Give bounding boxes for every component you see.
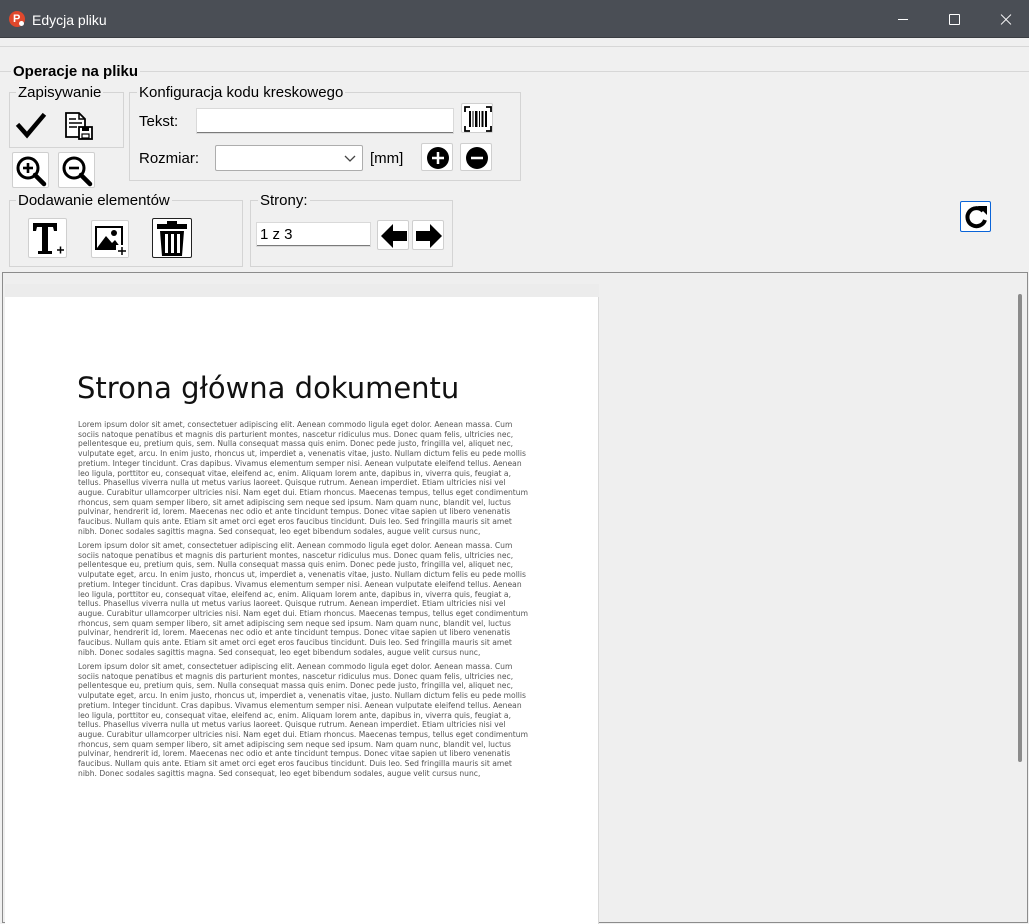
saving-title: Zapisywanie bbox=[16, 84, 104, 102]
operations-title: Operacje na pliku bbox=[11, 63, 141, 81]
save-button[interactable] bbox=[15, 110, 47, 142]
document-paragraph-3[interactable]: Lorem ipsum dolor sit amet, consectetuer… bbox=[78, 662, 530, 778]
next-page-button[interactable] bbox=[412, 220, 444, 250]
plus-circle-icon bbox=[427, 147, 449, 169]
document-page[interactable]: Strona główna dokumentu Lorem ipsum dolo… bbox=[5, 297, 599, 924]
add-image-button[interactable] bbox=[91, 220, 129, 258]
document-paragraph-1[interactable]: Lorem ipsum dolor sit amet, consectetuer… bbox=[78, 420, 530, 536]
add-text-icon bbox=[33, 223, 64, 254]
zoom-in-icon bbox=[16, 156, 47, 187]
page-number-field[interactable] bbox=[256, 222, 371, 247]
unit-label: [mm] bbox=[370, 150, 404, 167]
page-top-margin bbox=[5, 284, 599, 298]
add-elements-title: Dodawanie elementów bbox=[16, 192, 172, 210]
add-text-button[interactable] bbox=[28, 218, 67, 258]
save-as-button[interactable] bbox=[62, 110, 94, 142]
barcode-text-input[interactable] bbox=[196, 108, 454, 134]
arrow-right-icon bbox=[416, 224, 442, 248]
maximize-button[interactable] bbox=[930, 0, 976, 38]
previous-page-button[interactable] bbox=[377, 220, 409, 250]
refresh-icon bbox=[965, 206, 987, 229]
checkmark-icon bbox=[15, 112, 47, 139]
minus-circle-icon bbox=[466, 147, 488, 169]
chevron-down-icon bbox=[344, 155, 356, 162]
barcode-title: Konfiguracja kodu kreskowego bbox=[137, 84, 346, 102]
document-paragraph-2[interactable]: Lorem ipsum dolor sit amet, consectetuer… bbox=[78, 541, 530, 657]
add-image-icon bbox=[95, 226, 128, 257]
trash-icon bbox=[157, 221, 187, 256]
size-select[interactable] bbox=[215, 145, 363, 171]
decrease-size-button[interactable] bbox=[460, 143, 492, 171]
vertical-scrollbar[interactable] bbox=[1015, 274, 1027, 921]
save-document-icon bbox=[65, 112, 93, 140]
document-canvas[interactable]: Strona główna dokumentu Lorem ipsum dolo… bbox=[2, 272, 1028, 924]
minimize-button[interactable] bbox=[880, 0, 926, 38]
generate-barcode-button[interactable] bbox=[461, 103, 493, 133]
refresh-button[interactable] bbox=[960, 201, 991, 232]
app-logo-icon: P bbox=[9, 11, 25, 27]
zoom-in-button[interactable] bbox=[12, 152, 49, 188]
document-heading[interactable]: Strona główna dokumentu bbox=[77, 370, 459, 406]
close-window-button[interactable] bbox=[983, 0, 1029, 38]
increase-size-button[interactable] bbox=[421, 143, 453, 171]
zoom-out-icon bbox=[62, 156, 93, 187]
text-label: Tekst: bbox=[139, 113, 179, 130]
arrow-left-icon bbox=[381, 224, 407, 248]
barcode-icon bbox=[464, 106, 492, 132]
delete-element-button[interactable] bbox=[152, 218, 192, 258]
window-title: Edycja pliku bbox=[32, 12, 107, 28]
title-bar: P Edycja pliku bbox=[0, 0, 1029, 38]
size-label: Rozmiar: bbox=[139, 150, 200, 167]
zoom-out-button[interactable] bbox=[58, 152, 95, 188]
pages-title: Strony: bbox=[258, 192, 310, 210]
scrollbar-thumb[interactable] bbox=[1018, 294, 1022, 762]
toolbar-strip bbox=[0, 46, 1029, 72]
